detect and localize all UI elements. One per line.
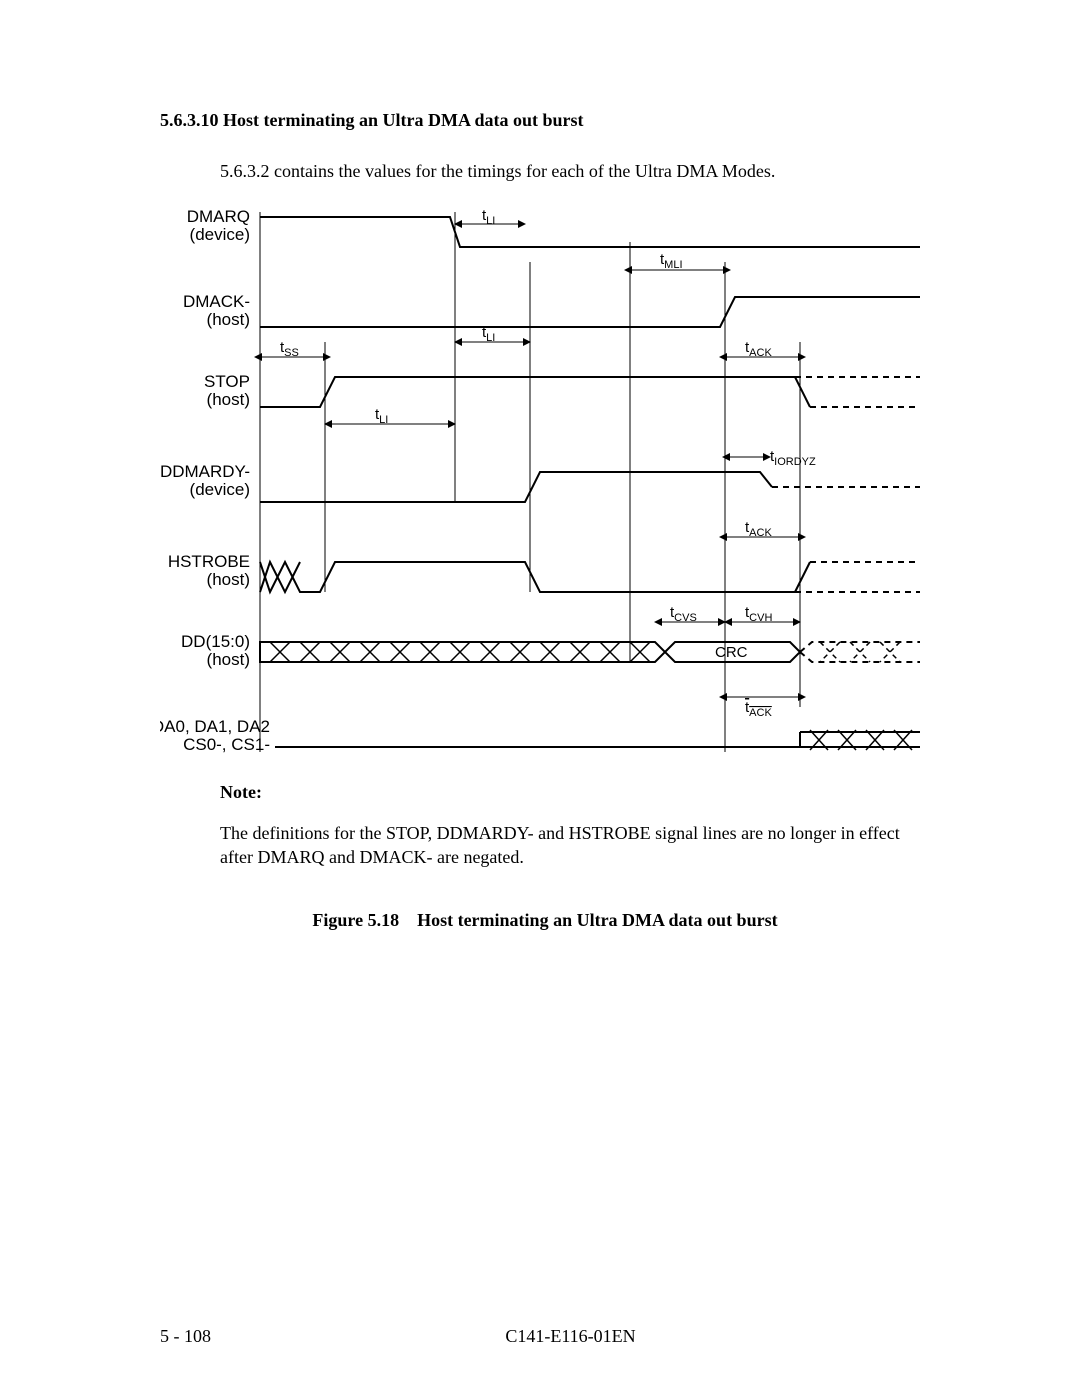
section-title: Host terminating an Ultra DMA data out b… bbox=[223, 110, 584, 130]
timing-tmli-sub: MLI bbox=[664, 259, 682, 271]
signal-dmarq-role: (device) bbox=[190, 225, 250, 244]
wave-stop bbox=[260, 377, 920, 407]
svg-text:tIORDYZ: tIORDYZ bbox=[770, 448, 816, 468]
wave-dd bbox=[260, 642, 920, 662]
timing-tli-2-sub: LI bbox=[486, 332, 495, 344]
timing-diagram: DMARQ (device) DMACK- (host) STOP (host)… bbox=[160, 202, 930, 762]
footer-page-number: 5 - 108 bbox=[160, 1326, 211, 1347]
signal-addr-role: CS0-, CS1- bbox=[183, 735, 270, 754]
page-footer: 5 - 108 C141-E116-01EN bbox=[160, 1326, 930, 1347]
timing-tcvs-sub: CVS bbox=[674, 612, 697, 624]
figure-caption: Figure 5.18 Host terminating an Ultra DM… bbox=[160, 910, 930, 931]
signal-hstrobe-role: (host) bbox=[207, 570, 250, 589]
figure-title: Host terminating an Ultra DMA data out b… bbox=[417, 910, 778, 930]
wave-dmack bbox=[260, 297, 920, 327]
signal-dd-role: (host) bbox=[207, 650, 250, 669]
svg-text:tMLI: tMLI bbox=[660, 251, 683, 271]
timing-tss-sub: SS bbox=[284, 347, 299, 359]
wave-ddmardy bbox=[260, 472, 920, 502]
figure-number: Figure 5.18 bbox=[312, 910, 399, 930]
intro-paragraph: 5.6.3.2 contains the values for the timi… bbox=[220, 161, 930, 182]
signal-stop-name: STOP bbox=[204, 372, 250, 391]
svg-text:tSS: tSS bbox=[280, 339, 299, 359]
signal-ddmardy-role: (device) bbox=[190, 480, 250, 499]
wave-addr bbox=[275, 730, 920, 750]
timing-tiordyz-sub: IORDYZ bbox=[774, 456, 816, 468]
signal-addr-name: DA0, DA1, DA2 bbox=[160, 717, 270, 736]
wave-dmarq bbox=[260, 217, 920, 247]
wave-hstrobe bbox=[260, 562, 920, 592]
footer-doc-id: C141-E116-01EN bbox=[160, 1326, 930, 1347]
timing-tack-2-sub: ACK bbox=[749, 527, 772, 539]
crc-label: CRC bbox=[715, 644, 748, 661]
svg-text:tACK: tACK bbox=[745, 339, 772, 359]
signal-dmack-name: DMACK- bbox=[183, 292, 250, 311]
timing-tcvh-sub: CVH bbox=[749, 612, 772, 624]
svg-text:tCVS: tCVS bbox=[670, 604, 697, 624]
section-number: 5.6.3.10 bbox=[160, 110, 219, 130]
svg-text:tACK: tACK bbox=[745, 519, 772, 539]
signal-dmack-role: (host) bbox=[207, 310, 250, 329]
svg-text:tACK: tACK bbox=[745, 699, 772, 719]
timing-tack-1-sub: ACK bbox=[749, 347, 772, 359]
note-heading: Note: bbox=[220, 782, 930, 803]
timing-tack-3-sub: ACK bbox=[749, 707, 772, 719]
signal-stop-role: (host) bbox=[207, 390, 250, 409]
timing-tli-1-sub: LI bbox=[486, 215, 495, 227]
note-body: The definitions for the STOP, DDMARDY- a… bbox=[220, 821, 930, 870]
svg-text:tLI: tLI bbox=[375, 406, 388, 426]
signal-hstrobe-name: HSTROBE bbox=[168, 552, 250, 571]
signal-dmarq-name: DMARQ bbox=[187, 207, 250, 226]
signal-ddmardy-name: DDMARDY- bbox=[160, 462, 250, 481]
svg-text:tCVH: tCVH bbox=[745, 604, 772, 624]
timing-tli-3-sub: LI bbox=[379, 414, 388, 426]
signal-dd-name: DD(15:0) bbox=[181, 632, 250, 651]
section-heading: 5.6.3.10 Host terminating an Ultra DMA d… bbox=[160, 110, 930, 131]
